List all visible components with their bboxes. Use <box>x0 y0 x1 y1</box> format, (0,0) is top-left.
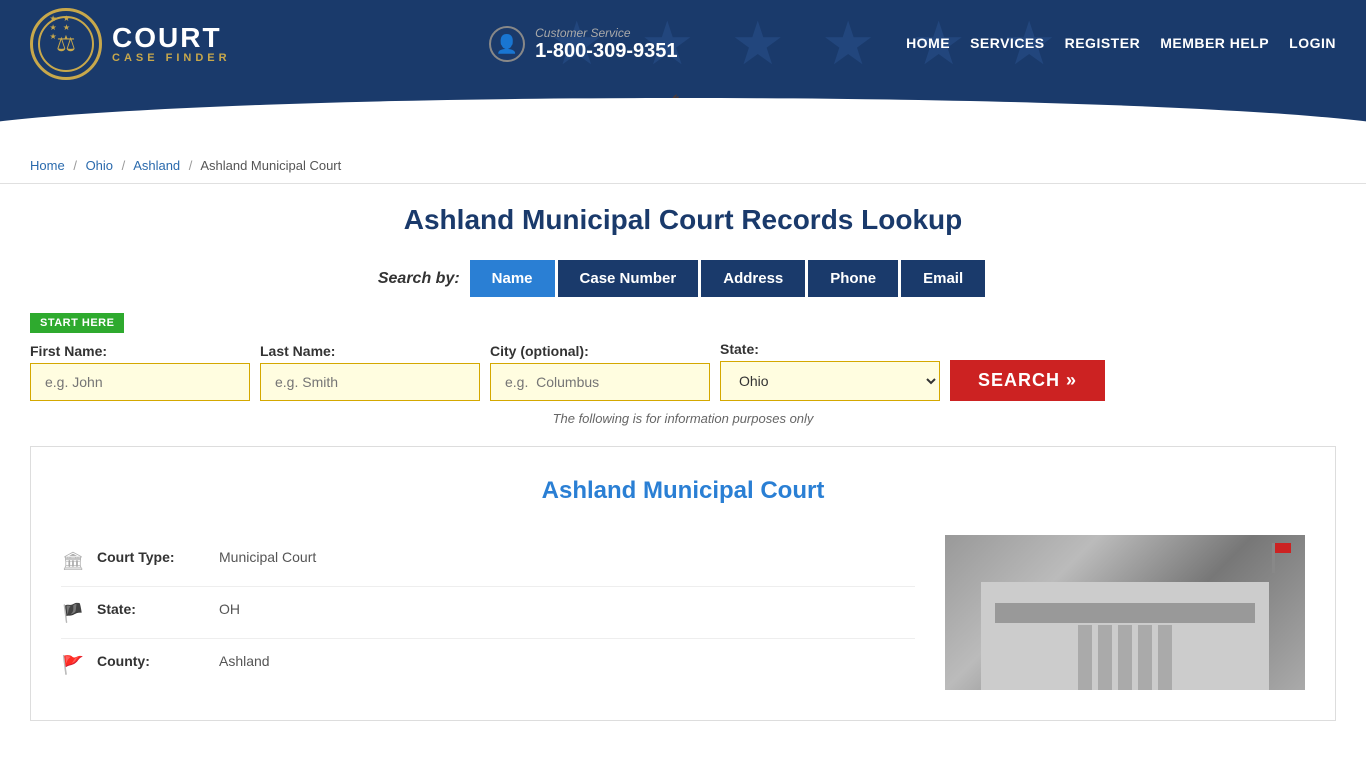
info-row-court-type: 🏛 Court Type: Municipal Court <box>61 535 915 587</box>
building-col-4 <box>1138 625 1152 690</box>
state-icon: 🏴 <box>61 603 85 624</box>
breadcrumb-current: Ashland Municipal Court <box>200 158 341 173</box>
court-card-title: Ashland Municipal Court <box>61 477 1305 505</box>
nav-member-help[interactable]: MEMBER HELP <box>1160 35 1269 53</box>
breadcrumb-ohio[interactable]: Ohio <box>86 158 113 173</box>
court-info-left: 🏛 Court Type: Municipal Court 🏴 State: O… <box>61 535 915 690</box>
main-content: Ashland Municipal Court Records Lookup S… <box>0 184 1366 741</box>
search-by-label: Search by: <box>378 270 460 288</box>
logo-text: COURT CASE FINDER <box>112 24 231 64</box>
site-header: ★ ★ ★ ★ ★ ★ ⚖ ★ ★ ★ ★ ★ COURT CASE FINDE… <box>0 0 1366 88</box>
logo-case-finder-label: CASE FINDER <box>112 52 231 64</box>
building-body <box>981 582 1269 691</box>
court-type-label: Court Type: <box>97 549 207 565</box>
building-columns <box>1078 625 1172 690</box>
tab-phone[interactable]: Phone <box>808 260 898 297</box>
nav-login[interactable]: LOGIN <box>1289 35 1336 53</box>
building-col-3 <box>1118 625 1132 690</box>
customer-service: 👤 Customer Service 1-800-309-9351 <box>489 26 677 63</box>
tab-address[interactable]: Address <box>701 260 805 297</box>
logo-stars: ★ ★ ★ ★ ★ <box>50 14 83 41</box>
tab-email[interactable]: Email <box>901 260 985 297</box>
last-name-input[interactable] <box>260 363 480 401</box>
search-form-area: START HERE First Name: Last Name: City (… <box>30 313 1336 401</box>
info-note: The following is for information purpose… <box>30 411 1336 426</box>
court-info-layout: 🏛 Court Type: Municipal Court 🏴 State: O… <box>61 535 1305 690</box>
breadcrumb-sep-3: / <box>189 158 193 173</box>
first-name-group: First Name: <box>30 343 250 401</box>
county-label: County: <box>97 653 207 669</box>
county-icon: 🚩 <box>61 655 85 676</box>
state-group: State: Ohio Alabama Alaska Arizona Calif… <box>720 341 940 401</box>
city-label: City (optional): <box>490 343 710 359</box>
city-input[interactable] <box>490 363 710 401</box>
logo-area: ⚖ ★ ★ ★ ★ ★ COURT CASE FINDER <box>30 8 231 80</box>
tab-case-number[interactable]: Case Number <box>558 260 699 297</box>
breadcrumb-sep-1: / <box>73 158 77 173</box>
search-button[interactable]: SEARCH » <box>950 360 1105 401</box>
state-info-value: OH <box>219 601 240 617</box>
breadcrumb: Home / Ohio / Ashland / Ashland Municipa… <box>0 148 1366 184</box>
state-label: State: <box>720 341 940 357</box>
phone-icon: 👤 <box>489 26 525 62</box>
last-name-group: Last Name: <box>260 343 480 401</box>
logo-circle: ⚖ ★ ★ ★ ★ ★ <box>30 8 102 80</box>
tab-name[interactable]: Name <box>470 260 555 297</box>
court-card: Ashland Municipal Court 🏛 Court Type: Mu… <box>30 446 1336 721</box>
state-select[interactable]: Ohio Alabama Alaska Arizona California C… <box>720 361 940 401</box>
building-col-5 <box>1158 625 1172 690</box>
search-by-row: Search by: Name Case Number Address Phon… <box>30 260 1336 297</box>
cs-phone: 1-800-309-9351 <box>535 40 677 63</box>
start-here-badge: START HERE <box>30 313 124 333</box>
page-title: Ashland Municipal Court Records Lookup <box>30 204 1336 236</box>
cs-text: Customer Service 1-800-309-9351 <box>535 26 677 63</box>
county-value: Ashland <box>219 653 270 669</box>
logo-court-label: COURT <box>112 24 231 52</box>
court-info-right <box>945 535 1305 690</box>
search-form-row: First Name: Last Name: City (optional): … <box>30 341 1336 401</box>
banner-arc: ★ ★ 🦅 ★ ★ <box>0 88 1366 148</box>
first-name-label: First Name: <box>30 343 250 359</box>
court-type-value: Municipal Court <box>219 549 316 565</box>
info-row-state: 🏴 State: OH <box>61 587 915 639</box>
main-nav: HOME SERVICES REGISTER MEMBER HELP LOGIN <box>906 35 1336 53</box>
nav-home[interactable]: HOME <box>906 35 950 53</box>
building-flag <box>1272 543 1275 573</box>
breadcrumb-ashland[interactable]: Ashland <box>133 158 180 173</box>
breadcrumb-home[interactable]: Home <box>30 158 65 173</box>
building-col-1 <box>1078 625 1092 690</box>
breadcrumb-sep-2: / <box>122 158 126 173</box>
court-type-icon: 🏛 <box>61 551 85 572</box>
city-group: City (optional): <box>490 343 710 401</box>
last-name-label: Last Name: <box>260 343 480 359</box>
building-placeholder <box>945 535 1305 690</box>
cs-label: Customer Service <box>535 26 677 40</box>
court-building-image <box>945 535 1305 690</box>
building-roof <box>995 603 1254 623</box>
info-row-county: 🚩 County: Ashland <box>61 639 915 690</box>
nav-services[interactable]: SERVICES <box>970 35 1045 53</box>
building-col-2 <box>1098 625 1112 690</box>
state-info-label: State: <box>97 601 207 617</box>
first-name-input[interactable] <box>30 363 250 401</box>
nav-register[interactable]: REGISTER <box>1065 35 1141 53</box>
